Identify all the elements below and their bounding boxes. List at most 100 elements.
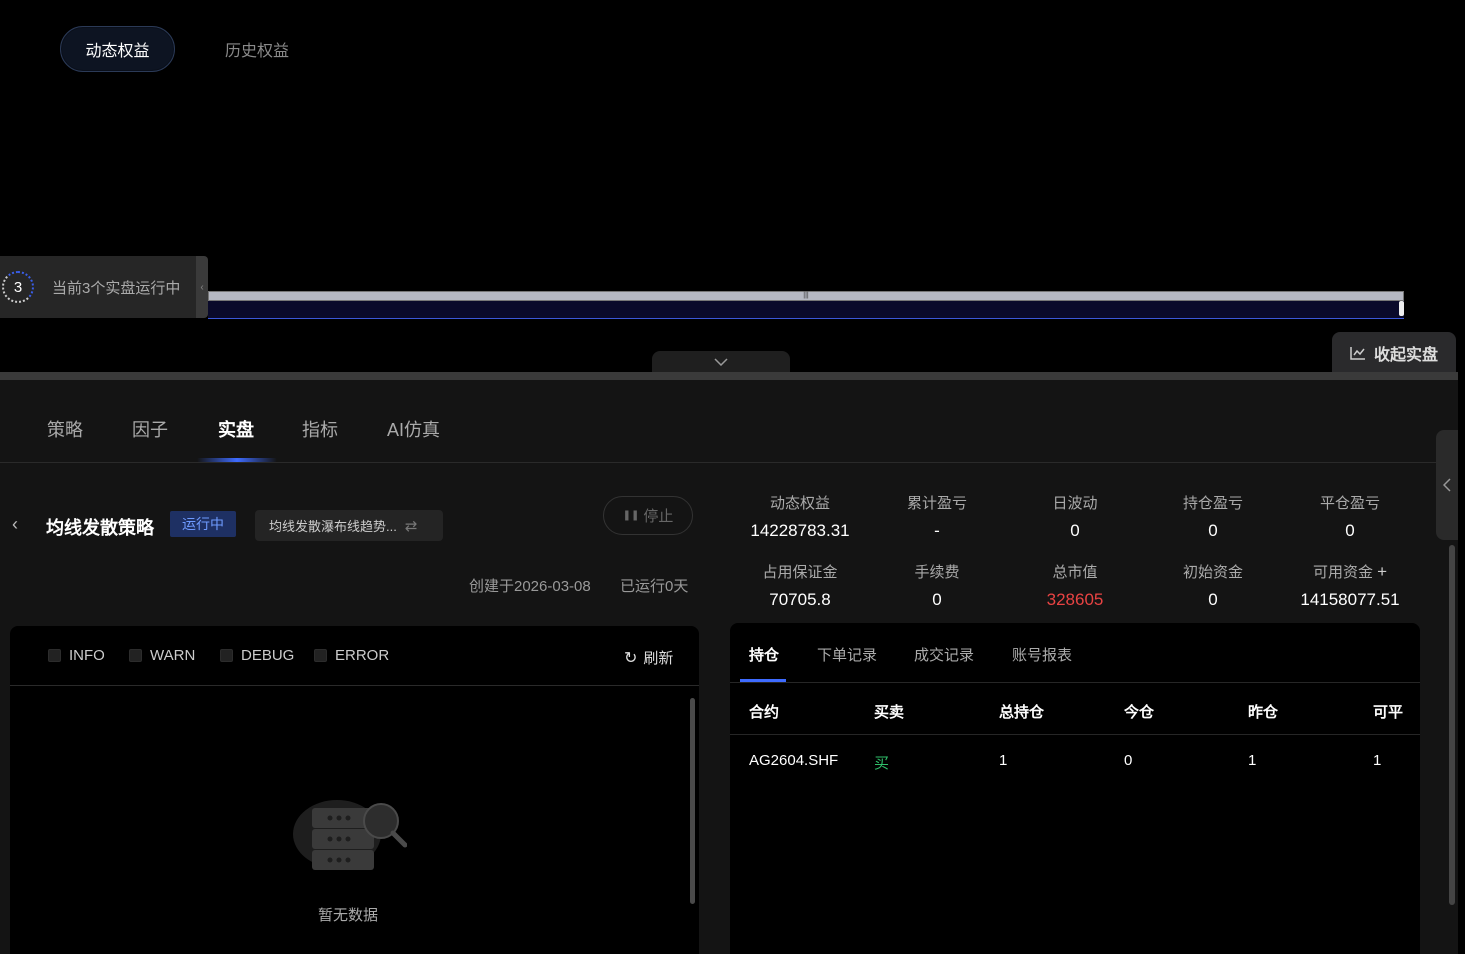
lower-panel: 策略 因子 实盘 指标 AI仿真 ‹ 均线发散策略 运行中 均线发散瀑布线趋势.… [0,372,1458,954]
positions-panel: 持仓 下单记录 成交记录 账号报表 合约 买卖 总持仓 今仓 昨仓 可平 AG2… [730,623,1420,954]
filter-label: DEBUG [241,647,295,664]
filter-label: ERROR [335,647,390,664]
metric-label-text: 可用资金 [1312,564,1373,581]
tab-trades[interactable]: 成交记录 [914,644,974,665]
stop-button[interactable]: ❚❚ 停止 [603,496,693,535]
chevron-down-icon [714,358,728,366]
collapse-chart-toggle[interactable] [652,351,790,373]
cell-closable: 1 [1373,752,1382,769]
filter-info[interactable]: INFO [48,647,105,664]
metric-value: 328605 [1046,590,1104,609]
chevron-left-icon[interactable]: ‹ [196,256,208,318]
refresh-icon: ↻ [624,649,638,667]
stop-label: 停止 [643,508,674,525]
metric-value: 14228783.31 [750,521,850,540]
tab-factor[interactable]: 因子 [132,416,168,442]
log-scrollbar[interactable] [690,698,695,904]
column-header: 昨仓 [1248,704,1279,721]
tab-orders[interactable]: 下单记录 [817,644,877,665]
grip-icon[interactable]: ||| [802,292,810,299]
log-divider [10,685,699,686]
tab-dynamic-equity[interactable]: 动态权益 [60,26,175,72]
tab-positions[interactable]: 持仓 [749,644,779,665]
page-scrollbar[interactable] [1449,545,1455,905]
checkbox[interactable] [48,649,61,662]
metric-label: 日波动 [1052,495,1098,512]
tab-ai-sim[interactable]: AI仿真 [387,416,440,442]
running-text: 当前3个实盘运行中 [52,279,181,297]
running-indicator[interactable]: 3 当前3个实盘运行中 [0,256,196,318]
metric-value: 70705.8 [769,590,831,609]
metric-cumulative-pnl: 累计盈亏 - [867,492,1007,541]
metric-margin: 占用保证金 70705.8 [730,561,870,610]
column-header: 总持仓 [999,704,1045,721]
strategy-select-value: 均线发散瀑布线趋势... [269,519,397,534]
strategy-select[interactable]: 均线发散瀑布线趋势... ⇄ [255,510,443,541]
metric-value: 0 [932,590,942,609]
empty-data-icon [293,800,407,870]
log-panel: INFO WARN DEBUG ERROR ↻ 刷新 暂无数据 [10,626,699,954]
tab-strategy[interactable]: 策略 [47,416,83,442]
metric-label: 持仓盈亏 [1182,495,1243,512]
tab-account-report[interactable]: 账号报表 [1012,644,1072,665]
metric-value: 14158077.51 [1300,590,1400,609]
tab-live[interactable]: 实盘 [218,416,254,442]
cell-contract: AG2604.SHF [749,752,839,769]
metric-label: 动态权益 [769,495,830,512]
created-date: 创建于2026-03-08 [469,578,591,595]
back-icon[interactable]: ‹ [12,514,18,535]
pause-icon: ❚❚ [622,510,640,521]
running-days: 已运行0天 [620,578,689,595]
filter-warn[interactable]: WARN [129,647,195,664]
collapse-live-label: 收起实盘 [1373,346,1438,364]
metric-position-pnl: 持仓盈亏 0 [1143,492,1283,541]
cell-yesterday: 1 [1248,752,1257,769]
running-count: 3 [2,271,34,303]
metric-value: 0 [1345,521,1355,540]
metric-label: 平仓盈亏 [1319,495,1380,512]
metric-available-capital: 可用资金 + 14158077.51 [1280,561,1420,610]
line-chart-icon [1350,346,1365,360]
metric-daily-volatility: 日波动 0 [1005,492,1145,541]
checkbox[interactable] [129,649,142,662]
column-header: 今仓 [1124,704,1155,721]
plus-icon[interactable]: + [1377,562,1387,581]
column-header: 买卖 [874,704,905,721]
metric-value: 0 [1208,521,1218,540]
status-badge: 运行中 [170,511,236,537]
range-slider[interactable]: ||| [208,291,1404,319]
metric-label: 占用保证金 [762,564,838,581]
empty-text: 暂无数据 [317,907,378,924]
metric-market-value: 总市值 328605 [1005,561,1145,610]
checkbox[interactable] [314,649,327,662]
active-pos-tab-indicator [740,679,786,682]
metric-value: 0 [1070,521,1080,540]
chevron-left-icon [1443,478,1451,492]
slider-handle[interactable] [1399,301,1404,316]
metric-label: 累计盈亏 [906,495,967,512]
filter-debug[interactable]: DEBUG [220,647,294,664]
refresh-label: 刷新 [643,650,674,667]
column-header: 可平 [1373,704,1404,721]
metric-label: 初始资金 [1182,564,1243,581]
tab-indicator[interactable]: 指标 [302,416,338,442]
tab-history-equity[interactable]: 历史权益 [205,26,309,72]
checkbox[interactable] [220,649,233,662]
metric-initial-capital: 初始资金 0 [1143,561,1283,610]
strategy-name: 均线发散策略 [46,518,154,538]
metric-label: 总市值 [1052,564,1098,581]
swap-icon[interactable]: ⇄ [405,517,418,535]
metric-label: 手续费 [914,564,960,581]
pos-divider [730,682,1420,683]
filter-error[interactable]: ERROR [314,647,389,664]
metric-value: - [934,521,940,540]
slider-area [208,301,1404,318]
side-panel-toggle[interactable] [1436,430,1458,540]
metric-close-pnl: 平仓盈亏 0 [1280,492,1420,541]
tab-divider [0,462,1458,463]
metric-value: 0 [1208,590,1218,609]
refresh-button[interactable]: ↻ 刷新 [624,647,673,668]
cell-total: 1 [999,752,1008,769]
metric-label: 可用资金 + [1280,561,1420,582]
collapse-live-button[interactable]: 收起实盘 [1332,332,1456,373]
